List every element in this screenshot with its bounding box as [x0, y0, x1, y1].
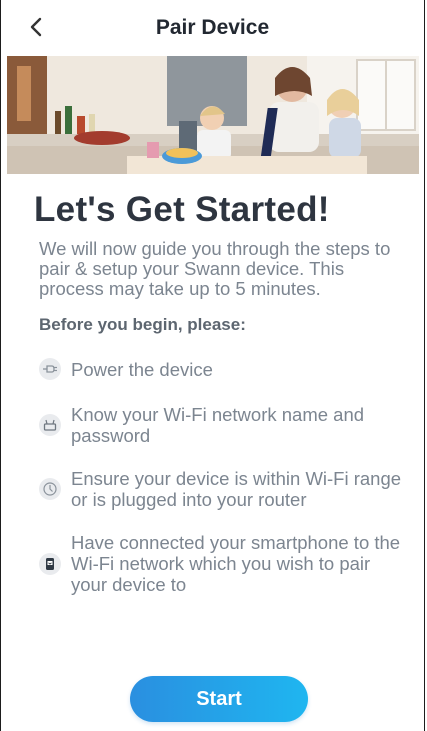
- step-label: Know your Wi-Fi network name and passwor…: [71, 404, 365, 446]
- router-icon: [39, 414, 61, 436]
- header: Pair Device: [1, 0, 424, 56]
- plug-icon: [39, 358, 61, 380]
- pair-device-screen: Pair Device Let's Get Started! We will n…: [0, 0, 425, 731]
- step-label: Ensure your device is within Wi-Fi range…: [71, 468, 402, 510]
- welcome-heading: Let's Get Started!: [34, 190, 330, 229]
- smartphone-icon: [39, 552, 61, 575]
- hero-image: [7, 56, 419, 174]
- before-you-begin-label: Before you begin, please:: [39, 315, 246, 334]
- clock-icon: [39, 478, 61, 500]
- step-smartphone-connected: Have connected your smartphone to the Wi…: [39, 532, 404, 595]
- step-wifi-credentials: Know your Wi-Fi network name and passwor…: [39, 404, 404, 446]
- page-title: Pair Device: [155, 16, 270, 39]
- step-power: Power the device: [39, 358, 404, 380]
- step-label: Have connected your smartphone to the Wi…: [71, 532, 401, 595]
- step-wifi-range: Ensure your device is within Wi-Fi range…: [39, 468, 404, 510]
- start-button[interactable]: Start: [130, 676, 308, 722]
- intro-text: We will now guide you through the steps …: [39, 238, 391, 299]
- step-label: Power the device: [71, 358, 213, 380]
